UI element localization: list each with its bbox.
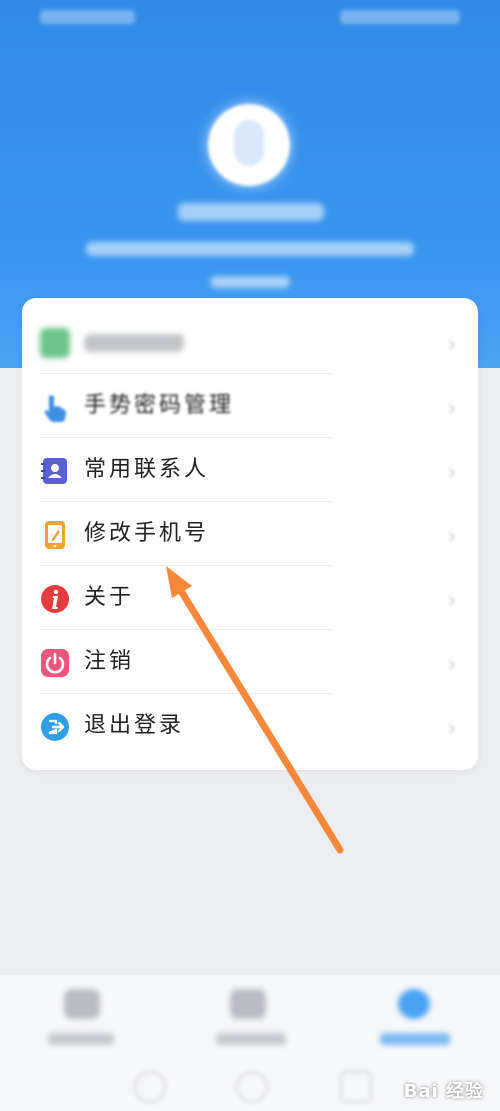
menu-item-label: 常用联系人 [84,457,210,482]
menu-item-gesture-password[interactable]: 手势密码管理 › [40,374,460,438]
avatar[interactable] [208,104,290,186]
service-tab-label [216,1033,286,1045]
menu-item-label: 修改手机号 [84,521,210,546]
menu-item-about[interactable]: 关于 › [40,566,460,630]
menu-item-logout[interactable]: 退出登录 › [40,694,460,758]
status-bar [0,0,500,34]
username-blurred [178,203,324,221]
menu-item-change-phone[interactable]: 修改手机号 › [40,502,460,566]
home-tab-icon[interactable] [64,989,100,1019]
menu-item-label: 关于 [84,585,135,610]
chevron-right-icon: › [448,332,456,356]
chevron-right-icon: › [448,524,456,548]
chevron-right-icon: › [448,588,456,612]
service-tab-icon[interactable] [230,989,266,1019]
chevron-right-icon: › [448,396,456,420]
logout-icon [41,713,69,741]
info-icon [41,585,69,613]
watermark: Bai 经验 [403,1081,484,1102]
nav-home-button[interactable] [236,1071,268,1103]
avatar-figure [234,120,264,166]
menu-item-label: 注销 [84,649,135,674]
power-icon [41,649,69,677]
status-bar-right [340,10,460,24]
phone-edit-icon [45,521,65,549]
chevron-right-icon: › [448,460,456,484]
nav-back-button[interactable] [134,1071,166,1103]
grid-icon [40,328,70,358]
meta-blurred [210,276,290,288]
settings-menu-card: › 手势密码管理 › 常用联系人 › 修改手机号 › 关于 › 注销 › 退出登… [22,298,478,770]
status-bar-left [40,10,135,24]
profile-tab-label [380,1033,450,1045]
nav-recent-button[interactable] [340,1071,372,1103]
menu-item-cancel-account[interactable]: 注销 › [40,630,460,694]
menu-item-label: 手势密码管理 [84,393,235,418]
menu-item-hidden[interactable]: › [40,310,460,374]
contact-book-icon [41,458,67,484]
chevron-right-icon: › [448,716,456,740]
menu-item-hidden-label [84,334,184,352]
profile-tab-icon[interactable] [398,989,430,1019]
home-tab-label [48,1033,114,1045]
menu-item-contacts[interactable]: 常用联系人 › [40,438,460,502]
subtitle-blurred [86,242,414,256]
chevron-right-icon: › [448,652,456,676]
menu-item-label: 退出登录 [84,713,185,738]
hand-pointer-icon [44,395,66,422]
